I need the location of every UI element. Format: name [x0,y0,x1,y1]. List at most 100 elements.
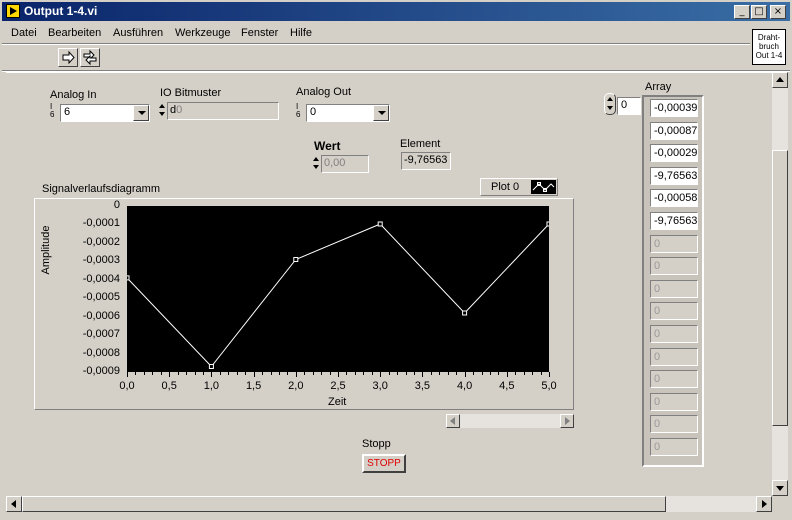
scroll-right-icon[interactable] [560,414,574,428]
x-axis-label: Zeit [328,396,347,408]
array-element[interactable]: 0 [650,415,698,434]
array-element[interactable]: 0 [650,325,698,343]
array-element[interactable]: 0 [650,347,698,366]
horizontal-scroll-thumb[interactable] [22,496,666,512]
menu-fenster[interactable]: Fenster [241,27,278,39]
y-tick-label: -0,0002 [82,235,120,248]
element-indicator: -9,76563 [401,152,451,170]
vi-connector-icon[interactable]: Draht- bruch Out 1-4 [752,29,786,65]
io-bitmuster-label: IO Bitmuster [160,87,222,99]
x-tick-mark [262,372,263,375]
x-tick-mark [186,372,188,375]
x-tick-mark [447,372,449,375]
x-tick-mark [506,372,508,377]
x-tick-mark [405,372,407,375]
array-element[interactable]: -0,00029 [650,144,698,163]
menu-werkzeuge[interactable]: Werkzeuge [175,27,230,39]
run-arrow-icon [62,50,75,65]
array-label: Array [645,81,672,93]
data-point [546,221,549,227]
x-tick-mark [388,372,390,375]
menu-bearbeiten[interactable]: Bearbeiten [48,27,101,39]
vi-icon-line: Out 1-4 [755,51,783,60]
data-point [293,257,299,262]
plot-legend[interactable]: Plot 0 [480,178,558,196]
vi-icon-line: bruch [758,42,779,51]
x-tick-label: 0,5 [161,380,177,392]
x-tick-mark [346,372,348,375]
x-tick-mark [380,372,382,377]
array-element[interactable]: -0,00039 [650,99,698,117]
minimize-button[interactable]: _ [734,5,750,19]
x-tick-mark [456,372,458,375]
array-element[interactable]: 0 [650,279,698,298]
close-button[interactable]: × [770,5,786,19]
x-tick-mark [287,372,289,375]
x-tick-mark [354,372,356,375]
run-button[interactable] [58,48,78,67]
x-tick-label: 1,5 [245,380,262,392]
element-value: -9,76563 [404,154,448,166]
scroll-down-icon[interactable] [772,480,788,496]
array-element[interactable]: 0 [650,302,698,321]
menu-separator [2,43,750,45]
analog-out-label: Analog Out [296,86,352,98]
x-tick-mark [169,372,171,377]
analog-in-type-icon: I6 [50,102,55,119]
wert-label: Wert [314,139,341,153]
x-tick-mark [295,372,297,377]
analog-in-ring[interactable]: 6 [60,104,150,122]
horizontal-scrollbar[interactable] [6,496,772,512]
y-tick-label: -0,0001 [82,217,120,230]
x-tick-mark [245,372,247,375]
analog-out-type-icon: I6 [296,102,301,119]
x-tick-mark [498,372,500,375]
chevron-down-icon[interactable] [373,105,389,121]
x-tick-mark [329,372,331,375]
x-tick-mark [473,372,474,375]
x-tick-mark [135,372,137,375]
array-element[interactable]: 0 [650,438,698,456]
x-tick-mark [540,372,542,375]
array-index-spinner[interactable] [604,93,616,115]
increment-decrement-icon[interactable] [158,102,166,120]
scroll-right-icon[interactable] [756,496,772,512]
title-bar[interactable]: Output 1-4.vi _ □ × [2,2,790,21]
array-element[interactable]: 0 [650,370,698,389]
y-axis-label: Amplitude [40,225,52,275]
menu-datei[interactable]: Datei [11,27,37,39]
increment-decrement-icon[interactable] [312,155,320,173]
run-continuously-button[interactable] [80,48,100,67]
chevron-down-icon[interactable] [133,105,149,121]
array-element[interactable]: -0,00087 [650,121,698,140]
x-tick-mark [464,372,466,377]
menu-ausfuehren[interactable]: Ausführen [113,27,163,39]
array-element[interactable]: -0,00058 [650,189,698,208]
y-tick-label: -0,0004 [82,272,120,285]
x-tick-mark [228,372,230,375]
plot-area[interactable] [127,206,549,372]
vertical-scrollbar[interactable] [772,72,788,496]
scroll-left-icon[interactable] [446,414,460,428]
spin-arrows-icon [607,97,613,110]
analog-in-label: Analog In [50,89,97,101]
x-tick-label: 1,0 [203,380,220,392]
array-element[interactable]: 0 [650,392,698,411]
scroll-up-icon[interactable] [772,72,788,88]
vertical-scroll-thumb[interactable] [772,150,788,426]
analog-out-ring[interactable]: 0 [306,104,390,122]
chart-scrollbar[interactable] [446,414,574,428]
array-element[interactable]: -9,76563 [650,166,698,185]
scroll-left-icon[interactable] [6,496,22,512]
array-element[interactable]: -9,76563 [650,212,698,230]
labview-vi-icon [6,4,20,18]
x-tick-label: 4,5 [499,380,515,392]
x-tick-mark [253,372,255,377]
array-index-field[interactable]: 0 [617,97,641,115]
maximize-button[interactable]: □ [751,5,767,19]
menu-hilfe[interactable]: Hilfe [290,27,312,39]
stop-button[interactable]: STOPP [362,454,406,473]
x-tick-mark [489,372,491,375]
array-element[interactable]: 0 [650,234,698,253]
array-element[interactable]: 0 [650,257,698,276]
